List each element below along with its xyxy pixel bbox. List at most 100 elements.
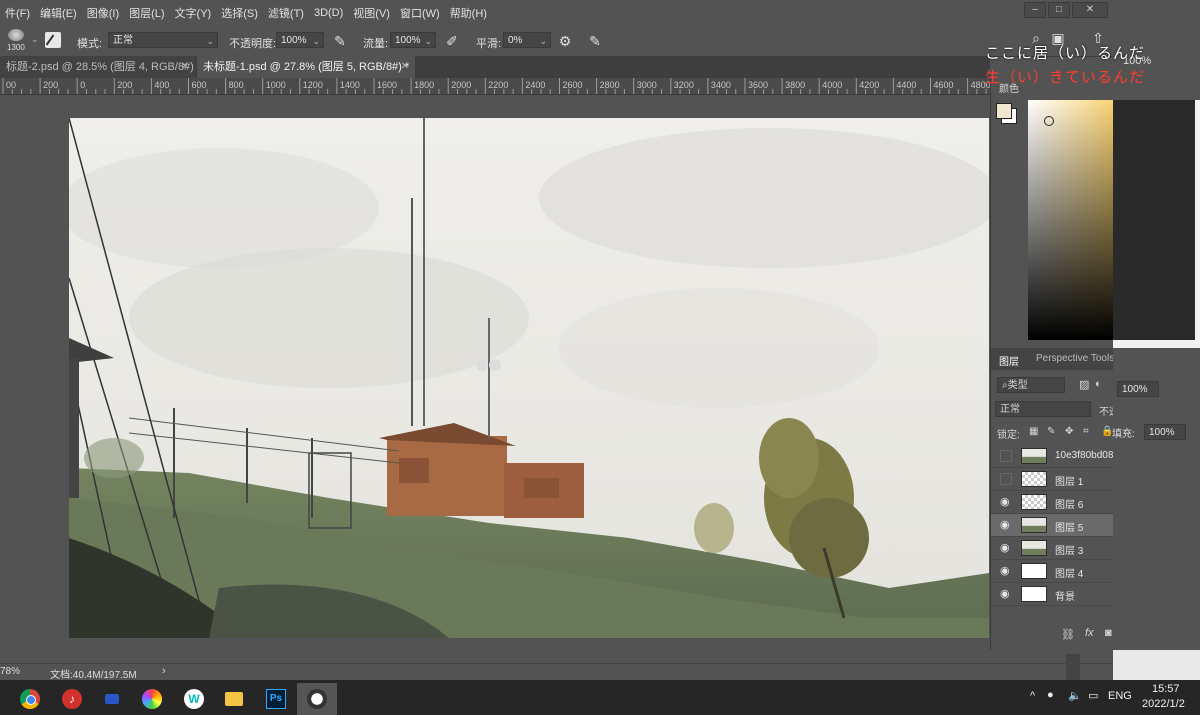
visibility-eye-icon[interactable]: ◉ bbox=[1000, 588, 1012, 600]
link-layers-icon[interactable]: ⛓ bbox=[1061, 628, 1075, 641]
close-button[interactable]: ✕ bbox=[1072, 2, 1108, 18]
blue-app[interactable] bbox=[92, 683, 132, 715]
ruler-tick-label: 2200 bbox=[488, 80, 509, 90]
show-hidden-icons-icon[interactable]: ^ bbox=[1030, 690, 1035, 702]
close-icon[interactable]: ✕ bbox=[181, 56, 189, 78]
layer-row[interactable]: ◉ 背景 bbox=[991, 583, 1114, 606]
menu-help[interactable]: 帮助(H) bbox=[445, 5, 492, 21]
layer-opacity-label: 不透明度: bbox=[1099, 407, 1114, 418]
menu-window[interactable]: 窗口(W) bbox=[395, 5, 445, 21]
smoothing-field[interactable]: 0% ⌄ bbox=[503, 32, 551, 48]
menu-3d[interactable]: 3D(D) bbox=[309, 7, 348, 19]
layer-name[interactable]: 10e3f80bd087ea626a33d4dea263... bbox=[1055, 450, 1114, 461]
close-icon[interactable]: ✕ bbox=[401, 56, 409, 78]
visibility-eye-icon[interactable]: ◉ bbox=[1000, 565, 1012, 577]
foreground-color-swatch[interactable] bbox=[996, 103, 1012, 119]
ruler-tick-label: 1000 bbox=[265, 80, 286, 90]
lock-brush-icon[interactable]: ✎ bbox=[1047, 426, 1055, 437]
menu-select[interactable]: 选择(S) bbox=[216, 5, 263, 21]
visibility-eye-icon[interactable]: ◉ bbox=[1000, 496, 1012, 508]
chevron-down-icon[interactable]: ⌄ bbox=[31, 34, 39, 45]
qq-icon[interactable]: ● bbox=[1047, 689, 1054, 701]
visibility-eye-icon[interactable] bbox=[1000, 473, 1012, 485]
pressure-size-icon[interactable]: ✎ bbox=[587, 33, 603, 49]
filter-pixel-icon[interactable]: ▨ bbox=[1079, 378, 1089, 391]
lyric-line-1: ここに居（い）るんだ bbox=[985, 44, 1146, 62]
w-app[interactable]: W bbox=[174, 683, 214, 715]
visibility-eye-icon[interactable] bbox=[1000, 450, 1012, 462]
panda-app[interactable] bbox=[297, 683, 337, 715]
tab-perspective-tools[interactable]: Perspective Tools 2 bbox=[1036, 353, 1114, 364]
netease-music-app[interactable]: ♪ bbox=[52, 683, 92, 715]
ruler-tick-label: 00 bbox=[6, 80, 17, 90]
layer-name[interactable]: 图层 3 bbox=[1055, 542, 1083, 557]
file-explorer-app[interactable] bbox=[214, 683, 254, 715]
layer-opacity-field[interactable]: 100% bbox=[1117, 381, 1159, 397]
artwork-canvas[interactable] bbox=[69, 118, 989, 638]
clock-time[interactable]: 15:57 bbox=[1152, 683, 1180, 695]
lock-position-icon[interactable]: ✥ bbox=[1065, 426, 1073, 437]
opacity-field[interactable]: 100% ⌄ bbox=[276, 32, 324, 48]
layer-row[interactable]: ◉ 图层 5 bbox=[991, 514, 1114, 537]
status-menu-arrow[interactable]: › bbox=[162, 665, 166, 677]
layer-name[interactable]: 图层 5 bbox=[1055, 519, 1083, 534]
opacity-label: 不透明度: bbox=[229, 38, 277, 50]
gear-icon[interactable]: ⚙ bbox=[557, 33, 573, 49]
tab-document-1[interactable]: 未标题-1.psd @ 27.8% (图层 5, RGB/8#) * ✕ bbox=[197, 56, 415, 78]
airbrush-icon[interactable]: ✐ bbox=[444, 33, 460, 49]
minimize-button[interactable]: – bbox=[1024, 2, 1046, 18]
fx-icon[interactable]: fx bbox=[1085, 627, 1094, 639]
tab-layers[interactable]: 图层 bbox=[999, 353, 1019, 368]
color-picker-cursor[interactable] bbox=[1044, 116, 1054, 126]
color-wheel-icon bbox=[142, 689, 162, 709]
menu-view[interactable]: 视图(V) bbox=[348, 5, 395, 21]
volume-icon[interactable]: 🔈 bbox=[1068, 689, 1082, 702]
brush-panel-icon[interactable] bbox=[45, 32, 61, 48]
zoom-level[interactable]: 78% bbox=[0, 666, 20, 677]
menu-file[interactable]: 件(F) bbox=[0, 5, 35, 21]
horizontal-ruler[interactable]: 00 200 0 200 400 600 800 1000 1200 1400 1600 1800 20… bbox=[0, 78, 990, 95]
fill-field[interactable]: 100% bbox=[1144, 424, 1186, 440]
layer-row[interactable]: 图层 1 bbox=[991, 468, 1114, 491]
layer-row[interactable]: ◉ 图层 3 bbox=[991, 537, 1114, 560]
visibility-eye-icon[interactable]: ◉ bbox=[1000, 519, 1012, 531]
layer-thumbnail bbox=[1021, 448, 1047, 464]
menu-type[interactable]: 文字(Y) bbox=[170, 5, 217, 21]
chrome-app[interactable] bbox=[10, 683, 50, 715]
menu-layer[interactable]: 图层(L) bbox=[124, 5, 169, 21]
menu-edit[interactable]: 编辑(E) bbox=[35, 5, 82, 21]
blend-mode-select[interactable]: 正常 bbox=[995, 401, 1091, 417]
ruler-tick-label: 4600 bbox=[933, 80, 954, 90]
ruler-tick-label: 3800 bbox=[785, 80, 806, 90]
layer-name[interactable]: 背景 bbox=[1055, 588, 1075, 603]
lock-artboard-icon[interactable]: ⌗ bbox=[1083, 426, 1089, 437]
color-wheel-app[interactable] bbox=[132, 683, 172, 715]
battery-icon[interactable]: ▭ bbox=[1088, 689, 1098, 702]
layer-name[interactable]: 图层 1 bbox=[1055, 473, 1083, 488]
layer-row[interactable]: ◉ 图层 6 bbox=[991, 491, 1114, 514]
tab-document-2[interactable]: 标题-2.psd @ 28.5% (图层 4, RGB/8#) * ✕ bbox=[0, 56, 195, 78]
layer-filter-select[interactable]: ⌕类型 bbox=[997, 377, 1065, 393]
filter-adjustment-icon[interactable]: ◐ bbox=[1095, 378, 1102, 390]
layer-name[interactable]: 图层 6 bbox=[1055, 496, 1083, 511]
layer-row[interactable]: ◉ 图层 4 bbox=[991, 560, 1114, 583]
brush-preset-icon[interactable] bbox=[8, 29, 24, 41]
menu-filter[interactable]: 滤镜(T) bbox=[263, 5, 309, 21]
ruler-tick-label: 2800 bbox=[599, 80, 620, 90]
mode-select[interactable]: 正常 ⌄ bbox=[108, 32, 218, 48]
document-info: 文档:40.4M/197.5M bbox=[50, 670, 137, 681]
ruler-tick-label: 200 bbox=[43, 80, 59, 90]
layer-row[interactable]: 10e3f80bd087ea626a33d4dea263... bbox=[991, 445, 1114, 468]
pressure-opacity-icon[interactable]: ✎ bbox=[332, 33, 348, 49]
menu-image[interactable]: 图像(I) bbox=[82, 5, 124, 21]
input-language[interactable]: ENG bbox=[1108, 690, 1132, 702]
add-mask-icon[interactable]: ◙ bbox=[1105, 627, 1112, 639]
clock-date[interactable]: 2022/1/2 bbox=[1142, 698, 1185, 710]
flow-field[interactable]: 100% ⌄ bbox=[390, 32, 436, 48]
visibility-eye-icon[interactable]: ◉ bbox=[1000, 542, 1012, 554]
photoshop-app[interactable]: Ps bbox=[256, 683, 296, 715]
lock-transparent-icon[interactable]: ▦ bbox=[1029, 426, 1038, 437]
smoothing-label: 平滑: bbox=[476, 38, 502, 50]
maximize-button[interactable]: □ bbox=[1048, 2, 1070, 18]
layer-name[interactable]: 图层 4 bbox=[1055, 565, 1083, 580]
